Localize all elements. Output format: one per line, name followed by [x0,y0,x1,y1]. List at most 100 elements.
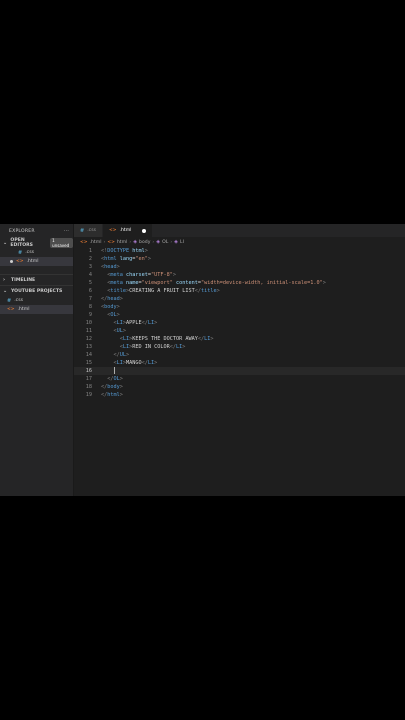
code-line[interactable]: 3 <head> [74,263,405,271]
code-line[interactable]: 6 <title>CREATING A FRUIT LIST</title> [74,287,405,295]
file-name: .html [26,259,39,264]
unsaved-badge: 1 unsaved [50,238,73,248]
line-number: 15 [85,360,92,366]
line-number: 17 [85,376,92,382]
code-token: > [119,392,123,398]
css-file-icon: # [18,249,23,256]
code-token: RED IN COLOR [132,344,170,350]
code-token: "viewport" [141,280,173,286]
line-number: 10 [85,320,92,326]
code-line[interactable]: 17 </OL> [74,375,405,383]
explorer-header: EXPLORER ··· [0,224,73,238]
chevron-down-icon: ⌄ [3,240,8,246]
code-line[interactable]: 15 <LI>MANGO</LI> [74,359,405,367]
line-content: <UL> [101,327,127,335]
cube-icon: ◈ [133,239,138,245]
code-line[interactable]: 10 <LI>APPLE</LI> [74,319,405,327]
breadcrumb-item[interactable]: LI [180,240,184,245]
line-number: 3 [88,264,92,270]
line-content: <meta charset="UTF-8"> [101,271,176,279]
css-file-icon: # [7,297,12,304]
line-content: <head> [101,263,120,271]
code-line[interactable]: 1 <!DOCTYPE html> [74,247,405,255]
code-token: MANGO [126,360,142,366]
breadcrumb-item[interactable]: body [139,240,150,245]
chevron-right-icon: › [170,239,173,245]
open-editor-css[interactable]: # .css [0,248,73,257]
line-number: 1 [88,248,92,254]
project-file-css[interactable]: # .css [0,296,73,305]
code-line[interactable]: 11 <UL> [74,327,405,335]
open-editors-section[interactable]: ⌄ OPEN EDITORS 1 unsaved [0,238,73,248]
code-token: meta [110,272,123,278]
code-token: > [154,320,158,326]
line-content: </OL> [101,375,123,383]
html-file-icon: <> [80,239,88,245]
timeline-section[interactable]: › TIMELINE [0,274,73,285]
code-token: > [119,384,123,390]
code-token: head [104,264,117,270]
editor-area: # .css <> .html <> .html › <> html › ◈ b… [74,224,405,496]
chevron-right-icon: › [103,239,106,245]
code-token: > [210,336,214,342]
unsaved-dot-icon[interactable] [10,260,13,263]
line-number: 18 [85,384,92,390]
file-name: .html [17,307,30,312]
unsaved-dot-icon[interactable] [142,228,147,233]
tab-html[interactable]: <> .html [102,224,154,237]
chevron-right-icon: › [152,239,155,245]
line-content: <LI>MANGO</LI> [101,359,158,367]
breadcrumb-item[interactable]: .html [90,240,102,245]
code-token: > [182,344,186,350]
code-token: head [107,296,120,302]
project-file-html[interactable]: <> .html [0,305,73,314]
tab-css[interactable]: # .css [74,224,103,237]
line-content: <LI>RED IN COLOR</LI> [101,343,186,351]
line-number: 14 [85,352,92,358]
code-line[interactable]: 13 <LI>RED IN COLOR</LI> [74,343,405,351]
code-token: > [147,256,151,262]
code-line[interactable]: 12 <LI>KEEPS THE DOCTOR AWAY</LI> [74,335,405,343]
code-line[interactable]: 19 </html> [74,391,405,399]
timeline-label: TIMELINE [11,277,36,283]
line-number: 12 [85,336,92,342]
line-number: 8 [88,304,92,310]
code-line[interactable]: 9 <OL> [74,311,405,319]
code-line[interactable]: 5 <meta name="viewport" content="width=d… [74,279,405,287]
code-token: > [119,376,123,382]
project-section[interactable]: ⌄ YOUTUBE PROJECTS [0,285,73,296]
code-line[interactable]: 8 <body> [74,303,405,311]
line-content: <OL> [101,311,120,319]
code-token: APPLE [126,320,142,326]
line-number: 4 [88,272,92,278]
breadcrumb: <> .html › <> html › ◈ body › ◈ OL › ◈ L… [74,237,405,247]
breadcrumb-item[interactable]: OL [162,240,168,245]
open-editors-label: OPEN EDITORS [10,238,33,248]
chevron-down-icon: ⌄ [3,288,8,294]
code-line[interactable]: 4 <meta charset="UTF-8"> [74,271,405,279]
code-line[interactable]: 16 [74,367,405,375]
vscode-window: EXPLORER ··· ⌄ OPEN EDITORS 1 unsaved # … [0,224,405,496]
open-editor-html[interactable]: <> .html [0,257,73,266]
line-content: <LI>APPLE</LI> [101,319,158,327]
line-content: </head> [101,295,123,303]
line-content: <LI>KEEPS THE DOCTOR AWAY</LI> [101,335,214,343]
code-token: lang [119,256,133,262]
line-content: <html lang="en"> [101,255,151,263]
code-line[interactable]: 18 </body> [74,383,405,391]
breadcrumb-item[interactable]: html [117,240,127,245]
code-token: html [104,256,117,262]
code-line[interactable]: 2 <html lang="en"> [74,255,405,263]
code-token: CREATING A FRUIT LIST [129,288,195,294]
code-line[interactable]: 14 </UL> [74,351,405,359]
code-editor[interactable]: 1 <!DOCTYPE html> 2 <html lang="en"> 3 <head>… [74,247,405,399]
line-number: 6 [88,288,92,294]
line-number: 13 [85,344,92,350]
ellipsis-icon[interactable]: ··· [64,229,69,234]
line-number: 19 [85,392,92,398]
html-element-icon: <> [107,239,115,245]
cube-icon: ◈ [156,239,161,245]
code-line[interactable]: 7 </head> [74,295,405,303]
project-label: YOUTUBE PROJECTS [11,288,63,294]
code-token: KEEPS THE DOCTOR AWAY [132,336,198,342]
